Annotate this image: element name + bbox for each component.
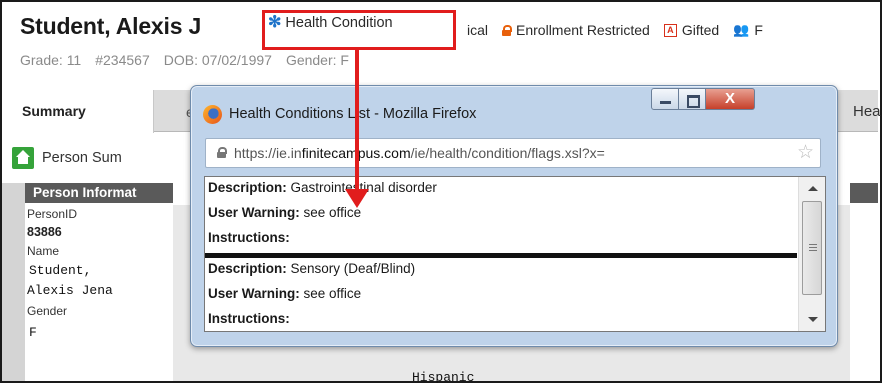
health-conditions-list: Description: Gastrointestinal disorder U… (204, 176, 826, 332)
scroll-down-arrow-icon[interactable] (799, 309, 825, 331)
lock-icon (502, 24, 513, 36)
tab-summary[interactable]: Summary (2, 90, 154, 133)
annotation-arrow-head (345, 189, 369, 208)
left-gutter (2, 183, 25, 381)
flag-partial-label: ical (467, 22, 489, 38)
url-text: https://ie.infinitecampus.com/ie/health/… (234, 145, 790, 161)
flag-gifted-label: Gifted (681, 22, 720, 38)
health-condition-flag[interactable]: ✻ Health Condition (268, 14, 393, 32)
person-id-label: PersonID (27, 207, 78, 221)
person-information-panel: PersonID 83886 Name Student, Alexis Jena… (25, 205, 173, 380)
gender-label: Gender (27, 304, 68, 318)
flag-partial[interactable]: ical (467, 22, 488, 38)
health-condition-icon: ✻ (268, 14, 282, 31)
entry-2-warning: User Warning: see office (208, 286, 362, 301)
health-condition-label: Health Condition (285, 15, 393, 31)
firefox-icon (203, 105, 222, 124)
ethnicity-value: Hispanic (412, 370, 475, 383)
maximize-button[interactable] (679, 88, 706, 110)
student-flags: ical Enrollment Restricted A Gifted 👥 F (467, 22, 777, 38)
vertical-scrollbar[interactable] (798, 177, 825, 331)
entry-1-warning: User Warning: see office (208, 205, 362, 220)
name-line-1: Student, (29, 263, 92, 278)
name-line-2: Alexis Jena (27, 283, 113, 298)
health-conditions-popup-window: Health Conditions List - Mozilla Firefox… (190, 85, 838, 347)
url-bar[interactable]: https://ie.infinitecampus.com/ie/health/… (205, 138, 821, 168)
entry-1-instructions: Instructions: (208, 230, 290, 245)
close-button[interactable]: X (706, 88, 755, 110)
annotation-arrow-shaft (355, 50, 359, 189)
gender-value: F (29, 325, 37, 340)
tab-summary-label: Summary (22, 103, 86, 119)
url-path: /ie/health/condition/flags.xsl?x= (410, 145, 605, 161)
flag-enrollment-restricted[interactable]: Enrollment Restricted (502, 22, 650, 38)
scrollbar-thumb[interactable] (802, 201, 822, 295)
scroll-up-arrow-icon[interactable] (799, 177, 825, 199)
student-gender: Gender: F (285, 52, 349, 68)
student-dob: DOB: 07/02/1997 (163, 52, 272, 68)
student-meta: Grade: 11 #234567 DOB: 07/02/1997 Gender… (20, 52, 349, 68)
people-icon: 👥 (733, 22, 750, 37)
lock-icon (217, 147, 227, 158)
entry-2-instructions: Instructions: (208, 311, 290, 326)
person-summary-label: Person Sum (42, 150, 122, 166)
name-label: Name (27, 244, 60, 258)
student-name: Student, Alexis J (20, 13, 202, 39)
flag-gifted[interactable]: A Gifted (663, 22, 720, 38)
student-grade: Grade: 11 (20, 52, 82, 68)
flag-enrollment-restricted-label: Enrollment Restricted (516, 22, 650, 38)
section-header-right (850, 183, 878, 203)
entry-separator (205, 253, 797, 258)
tab-partial-right[interactable]: Hea (853, 103, 881, 120)
grip-icon (809, 244, 817, 251)
close-icon: X (724, 90, 735, 107)
person-id-value: 83886 (27, 225, 62, 239)
entry-2-description: Description: Sensory (Deaf/Blind) (208, 261, 416, 276)
url-prefix: https://ie.in (234, 145, 302, 161)
flag-people-label: F (754, 22, 763, 38)
bookmark-star-icon[interactable]: ☆ (797, 141, 814, 164)
person-information-header: Person Informat (25, 183, 173, 203)
person-summary-link[interactable]: Person Sum (12, 147, 122, 169)
popup-title: Health Conditions List - Mozilla Firefox (229, 106, 477, 122)
entry-1-description: Description: Gastrointestinal disorder (208, 180, 437, 195)
home-icon[interactable] (12, 147, 34, 169)
flag-people[interactable]: 👥 F (733, 22, 763, 38)
gifted-icon: A (663, 23, 677, 37)
student-number: #234567 (95, 52, 150, 68)
minimize-button[interactable] (651, 88, 679, 110)
